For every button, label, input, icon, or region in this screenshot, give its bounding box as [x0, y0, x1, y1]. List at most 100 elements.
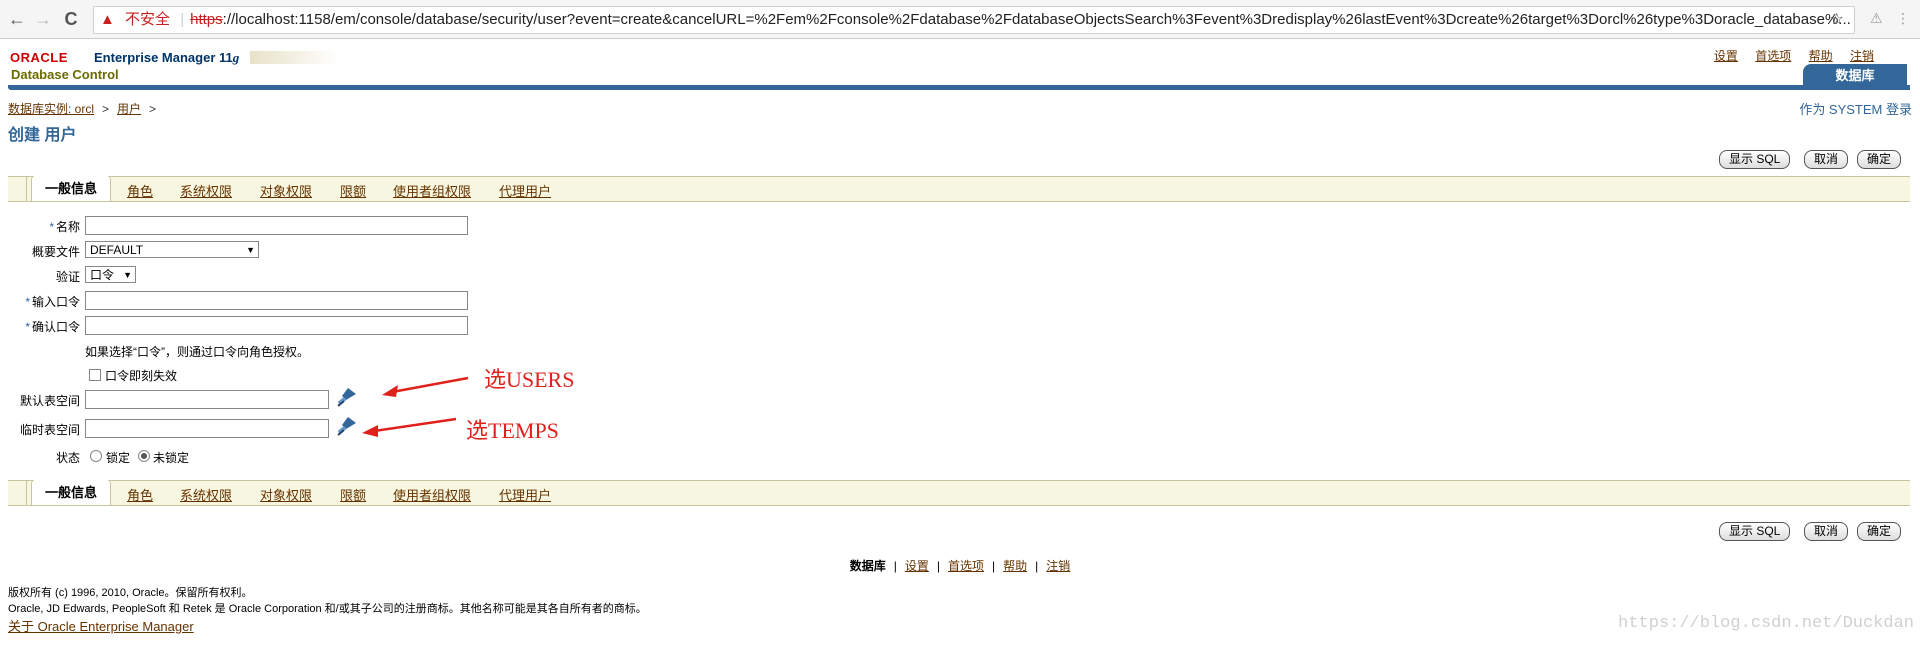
annotation-temp-ts: 选TEMPS [466, 418, 559, 443]
tab-bar-start [8, 177, 27, 201]
divider: | [893, 559, 897, 573]
status-locked-radio[interactable] [90, 450, 102, 462]
tab-bar-start [8, 481, 27, 505]
breadcrumb-users[interactable]: 用户 [117, 102, 141, 116]
auth-value: 口令 [90, 268, 115, 282]
expire-password-label: 口令即刻失效 [105, 369, 178, 383]
tab-object-privileges[interactable]: 对象权限 [260, 485, 312, 504]
address-bar[interactable]: ▲ 不安全 | https://localhost:1158/em/console… [93, 6, 1855, 34]
profile-label: 概要文件 [31, 245, 80, 259]
login-status: 作为 SYSTEM 登录 [1799, 102, 1912, 117]
footer-link-logout[interactable]: 注销 [1046, 559, 1070, 573]
warning-icon: ▲ [100, 11, 115, 28]
profile-value: DEFAULT [90, 243, 144, 257]
tab-bar-top: 一般信息 角色 系统权限 对象权限 限额 使用者组权限 代理用户 [8, 176, 1910, 202]
tab-roles[interactable]: 角色 [127, 181, 153, 200]
divider: | [1035, 559, 1039, 573]
password-hint: 如果选择“口令”，则通过口令向角色授权。 [85, 345, 309, 359]
footer-link-setup[interactable]: 设置 [905, 559, 929, 573]
confirm-label-text: 确认口令 [31, 320, 80, 334]
tab-consumer-groups[interactable]: 使用者组权限 [393, 181, 471, 200]
oracle-logo: ORACLE [10, 50, 68, 65]
extension-icon[interactable]: ⚠ [1870, 10, 1883, 27]
divider: | [992, 559, 996, 573]
cancel-button[interactable]: 取消 [1804, 522, 1849, 541]
tab-general[interactable]: 一般信息 [31, 480, 112, 505]
menu-icon[interactable]: ⋮ [1896, 10, 1910, 27]
annotation-arrow [382, 376, 469, 397]
breadcrumb-sep: > [149, 102, 157, 116]
required-mark: * [25, 320, 30, 334]
default-tablespace-input[interactable] [85, 390, 329, 409]
tab-database[interactable]: 数据库 [1803, 64, 1907, 87]
ok-button[interactable]: 确定 [1857, 522, 1902, 541]
dropdown-arrow-icon: ▼ [123, 270, 132, 280]
status-label: 状态 [55, 451, 80, 465]
footer-links: 数据库 | 设置 | 首选项 | 帮助 | 注销 [0, 557, 1920, 574]
confirm-password-label: * 确认口令 [10, 318, 80, 335]
name-label-text: 名称 [55, 220, 80, 234]
show-sql-button[interactable]: 显示 SQL [1719, 522, 1791, 541]
temp-tablespace-input[interactable] [85, 419, 329, 438]
dropdown-arrow-icon: ▼ [246, 245, 255, 255]
global-link-logout[interactable]: 注销 [1850, 49, 1874, 63]
cancel-button[interactable]: 取消 [1804, 150, 1849, 169]
em-title-text: Enterprise Manager 11 [94, 50, 233, 65]
tab-bar-bottom: 一般信息 角色 系统权限 对象权限 限额 使用者组权限 代理用户 [8, 480, 1910, 506]
tab-system-privileges[interactable]: 系统权限 [180, 181, 232, 200]
flashlight-search-icon[interactable] [336, 415, 358, 437]
trademark-text: Oracle, JD Edwards, PeopleSoft 和 Retek 是… [8, 603, 647, 615]
status-locked-label: 锁定 [106, 451, 131, 465]
confirm-password-input[interactable] [85, 316, 468, 335]
tab-roles[interactable]: 角色 [127, 485, 153, 504]
profile-select[interactable]: DEFAULT ▼ [85, 241, 259, 258]
tab-proxy-users[interactable]: 代理用户 [499, 485, 551, 504]
annotation-default-ts: 选USERS [484, 367, 575, 392]
show-sql-button[interactable]: 显示 SQL [1719, 150, 1791, 169]
em-title: Enterprise Manager 11g [94, 50, 239, 66]
footer-link-database[interactable]: 数据库 [850, 559, 886, 573]
global-link-preferences[interactable]: 首选项 [1755, 49, 1791, 63]
footer-link-preferences[interactable]: 首选项 [948, 559, 984, 573]
flashlight-search-icon[interactable] [336, 386, 358, 408]
tab-general[interactable]: 一般信息 [31, 176, 112, 201]
about-link[interactable]: 关于 Oracle Enterprise Manager [8, 616, 194, 635]
auth-label: 验证 [55, 270, 80, 284]
tab-proxy-users[interactable]: 代理用户 [499, 181, 551, 200]
name-input[interactable] [85, 216, 468, 235]
copyright-text: 版权所有 (c) 1996, 2010, Oracle。保留所有权利。 [8, 587, 253, 599]
logo-decoration [250, 51, 340, 64]
footer-link-help[interactable]: 帮助 [1003, 559, 1027, 573]
global-links: 设置 首选项 帮助 注销 [1700, 47, 1874, 64]
global-link-setup[interactable]: 设置 [1714, 49, 1738, 63]
url-scheme: https [190, 11, 223, 28]
back-button[interactable]: ← [6, 8, 28, 30]
url-text: ://localhost:1158/em/console/database/se… [222, 11, 1851, 28]
forward-button[interactable]: → [32, 8, 54, 30]
tab-consumer-groups[interactable]: 使用者组权限 [393, 485, 471, 504]
ok-button[interactable]: 确定 [1857, 150, 1902, 169]
watermark: https://blog.csdn.net/Duckdan [1618, 614, 1914, 633]
divider: | [180, 11, 185, 28]
tab-quotas[interactable]: 限额 [340, 485, 366, 504]
password-input[interactable] [85, 291, 468, 310]
reload-button[interactable]: C [60, 8, 82, 30]
tab-object-privileges[interactable]: 对象权限 [260, 181, 312, 200]
tab-system-privileges[interactable]: 系统权限 [180, 485, 232, 504]
tab-quotas[interactable]: 限额 [340, 181, 366, 200]
global-link-help[interactable]: 帮助 [1809, 49, 1833, 63]
database-control-label: Database Control [11, 67, 119, 82]
auth-select[interactable]: 口令 ▼ [85, 266, 136, 283]
security-warning[interactable]: 不安全 [125, 11, 170, 28]
required-mark: * [25, 295, 30, 309]
bookmark-star-icon[interactable]: ☆ [1830, 7, 1844, 33]
em-version-g: g [232, 50, 240, 65]
temp-tablespace-label: 临时表空间 [19, 423, 80, 437]
expire-password-checkbox[interactable] [89, 369, 101, 381]
name-label: * 名称 [10, 218, 80, 235]
password-label-text: 输入口令 [31, 295, 80, 309]
breadcrumb-instance[interactable]: 数据库实例: orcl [8, 102, 94, 116]
breadcrumb-sep: > [102, 102, 110, 116]
status-unlocked-radio[interactable] [138, 450, 150, 462]
breadcrumb: 数据库实例: orcl > 用户 > [8, 100, 164, 117]
